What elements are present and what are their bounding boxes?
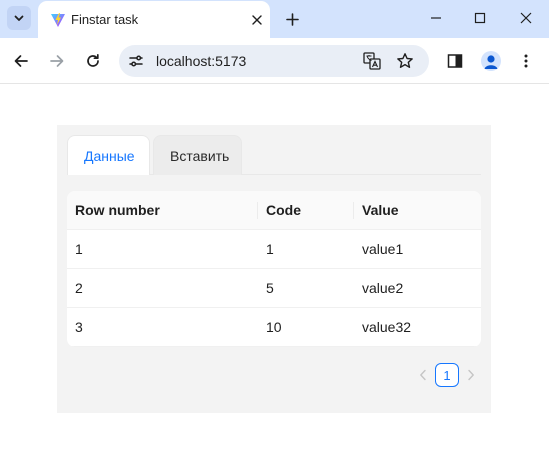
maximize-icon	[474, 12, 486, 24]
cell-row-number: 1	[75, 241, 83, 257]
minimize-button[interactable]	[421, 6, 451, 30]
pagination: 1	[413, 363, 481, 387]
tab-insert[interactable]: Вставить	[153, 135, 242, 175]
address-bar[interactable]: localhost:5173	[119, 45, 429, 77]
page-number-button[interactable]: 1	[435, 363, 459, 387]
table-row: 1 1 value1	[67, 230, 481, 269]
translate-icon	[363, 52, 381, 70]
window-close-button[interactable]	[511, 6, 541, 30]
tab-data[interactable]: Данные	[67, 135, 150, 175]
arrow-right-icon	[50, 55, 64, 67]
translate-button[interactable]	[362, 51, 382, 71]
chevron-left-icon	[420, 369, 426, 381]
site-info-button[interactable]	[126, 51, 146, 71]
tab-search-button[interactable]	[7, 6, 31, 30]
close-icon	[252, 15, 262, 25]
cell-value: value1	[362, 241, 404, 257]
column-header-code: Code	[258, 191, 354, 229]
side-panel-button[interactable]	[442, 48, 468, 74]
profile-button[interactable]	[478, 48, 504, 74]
new-tab-button[interactable]	[281, 8, 303, 30]
cell-code: 10	[266, 319, 282, 335]
forward-button[interactable]	[44, 48, 70, 74]
bookmark-button[interactable]	[395, 51, 415, 71]
table-header: Row number Code Value	[67, 191, 481, 230]
column-header-row-number: Row number	[67, 191, 258, 229]
reload-button[interactable]	[80, 48, 106, 74]
tune-icon	[129, 55, 143, 67]
cell-row-number: 3	[75, 319, 83, 335]
cell-value: value2	[362, 280, 404, 296]
cell-value: value32	[362, 319, 412, 335]
browser-tabstrip: Finstar task	[0, 0, 549, 38]
table-row: 2 5 value2	[67, 269, 481, 308]
kebab-menu-icon	[524, 54, 528, 68]
plus-icon	[285, 12, 299, 26]
back-button[interactable]	[8, 48, 34, 74]
cell-code: 5	[266, 280, 274, 296]
close-icon	[520, 12, 532, 24]
chevron-down-icon	[14, 15, 24, 21]
maximize-button[interactable]	[465, 6, 495, 30]
cell-row-number: 2	[75, 280, 83, 296]
browser-menu-button[interactable]	[513, 48, 539, 74]
tab-close-button[interactable]	[248, 11, 266, 29]
profile-icon	[481, 51, 501, 71]
prev-page-button[interactable]	[413, 363, 433, 387]
browser-toolbar: localhost:5173	[0, 38, 549, 84]
side-panel-icon	[447, 54, 463, 68]
content-panel: Данные Вставить Row number Code Value 1 …	[57, 125, 491, 413]
vite-logo-icon	[51, 13, 65, 27]
tabs-bar: Данные Вставить	[67, 135, 481, 175]
tab-title: Finstar task	[71, 12, 139, 27]
minimize-icon	[431, 17, 441, 19]
cell-code: 1	[266, 241, 274, 257]
chevron-right-icon	[468, 369, 474, 381]
table-row: 3 10 value32	[67, 308, 481, 347]
column-header-value: Value	[362, 202, 399, 218]
browser-tab[interactable]: Finstar task	[38, 1, 270, 38]
reload-icon	[87, 53, 99, 67]
data-table: Row number Code Value 1 1 value1 2 5 val…	[67, 191, 481, 347]
next-page-button[interactable]	[461, 363, 481, 387]
url-text: localhost:5173	[156, 53, 247, 69]
arrow-left-icon	[14, 55, 28, 67]
star-icon	[397, 53, 413, 68]
